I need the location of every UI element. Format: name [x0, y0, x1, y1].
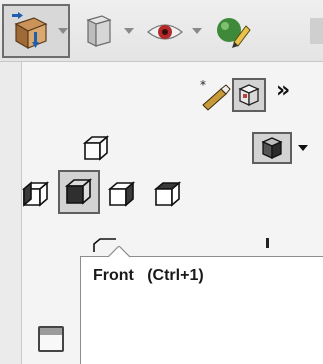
toolbar-overflow-edge [310, 18, 323, 44]
front-view-button[interactable] [58, 170, 100, 214]
overflow-chevron[interactable]: » [276, 78, 290, 103]
view-orientation-button[interactable] [10, 6, 50, 56]
window-icon[interactable] [38, 326, 64, 352]
heads-up-view-toolbar [0, 0, 323, 62]
section-marker [266, 238, 269, 248]
front-view-icon [64, 178, 93, 205]
chevron-down-icon[interactable] [192, 28, 202, 34]
view-cube-button[interactable] [232, 78, 266, 112]
svg-text:*: * [200, 78, 206, 92]
right-view-icon[interactable] [108, 179, 138, 209]
left-view-icon[interactable] [22, 179, 52, 209]
shaded-cube-icon [261, 137, 283, 160]
chevron-down-icon[interactable] [58, 28, 68, 34]
chevron-down-icon[interactable] [124, 28, 134, 34]
tooltip-text: Front (Ctrl+1) [93, 267, 204, 284]
telescope-icon: * [200, 78, 231, 111]
front-view-tooltip: Front (Ctrl+1) [80, 256, 323, 364]
apply-scene-button[interactable] [252, 132, 292, 164]
hide-show-items-button[interactable] [144, 6, 186, 56]
top-view-icon[interactable] [82, 134, 110, 162]
view-orientation-icon [12, 12, 48, 50]
chevron-down-icon[interactable] [298, 145, 308, 151]
display-style-icon [86, 15, 112, 47]
edit-appearance-button[interactable] [212, 6, 252, 56]
back-view-icon[interactable] [154, 179, 184, 209]
view-orientation-flyout: * » Front (Ctrl+1) [0, 0, 323, 364]
feature-tree-strip [0, 62, 22, 364]
view-selector-button[interactable]: * [197, 77, 233, 113]
hide-show-items-icon [147, 24, 183, 40]
edit-appearance-icon [217, 18, 251, 48]
view-cube-icon [238, 84, 260, 107]
tooltip-pointer [108, 246, 130, 258]
display-style-button[interactable] [80, 6, 118, 56]
